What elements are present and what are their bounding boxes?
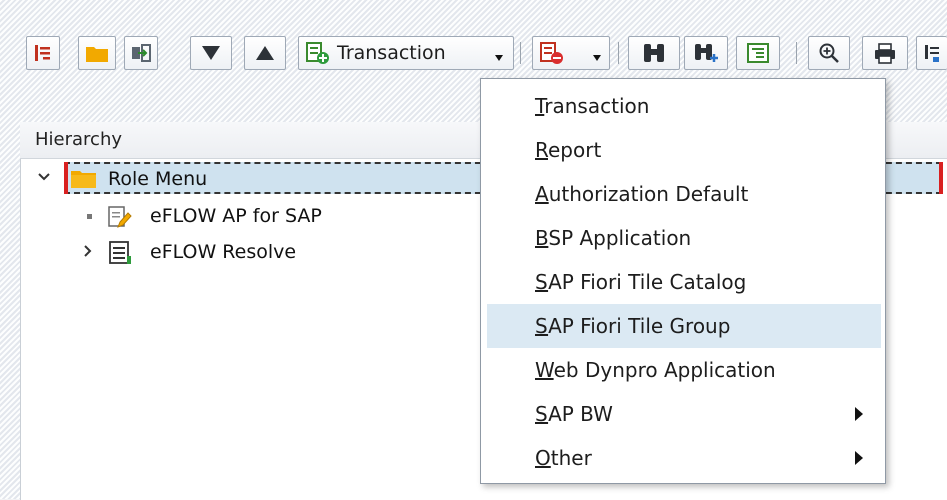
submenu-arrow-icon [855, 407, 863, 421]
move-nodes-button[interactable] [124, 36, 158, 70]
move-down-button[interactable] [190, 36, 232, 70]
menu-item-label: eport [548, 138, 602, 162]
menu-item-label: AP Fiori Tile Catalog [548, 270, 747, 294]
menu-item-mnemonic: W [535, 358, 554, 382]
menu-item-label: AP BW [548, 402, 613, 426]
toolbar-separator [520, 42, 521, 64]
menu-item-label: ransaction [544, 94, 650, 118]
menu-item-mnemonic: A [535, 182, 549, 206]
find-button[interactable] [628, 36, 680, 70]
find-next-button[interactable] [684, 36, 728, 70]
printer-icon [875, 43, 895, 64]
chevron-down-icon [495, 55, 503, 61]
menu-item-label: ther [550, 446, 592, 470]
edit-document-icon [108, 206, 132, 228]
add-transaction-icon [306, 42, 329, 64]
menu-item-mnemonic: B [535, 226, 549, 250]
tree-item-label[interactable]: eFLOW Resolve [150, 241, 296, 263]
menu-item-web-dynpro-application[interactable]: Web Dynpro Application [487, 350, 881, 390]
more-options-button[interactable] [916, 36, 947, 70]
menu-item-mnemonic: O [535, 446, 551, 470]
menu-item-fiori-tile-catalog[interactable]: SAP Fiori Tile Catalog [487, 262, 881, 302]
magnifier-plus-icon [819, 43, 839, 63]
folder-icon [71, 171, 96, 188]
print-button[interactable] [862, 36, 908, 70]
navigate-menu-button[interactable] [26, 36, 60, 70]
expand-subtree-button[interactable] [736, 36, 780, 70]
menu-item-label: AP Fiori Tile Group [548, 314, 731, 338]
menu-item-mnemonic: S [535, 402, 549, 426]
menu-item-label: eb Dynpro Application [553, 358, 776, 382]
menu-item-mnemonic: T [535, 94, 545, 118]
triangle-up-icon [256, 46, 274, 60]
selection-marker-left [64, 162, 68, 194]
binoculars-plus-icon [695, 44, 718, 62]
report-list-icon [109, 241, 131, 264]
transaction-dropdown-arrow[interactable] [488, 36, 510, 70]
transaction-dropdown-label: Transaction [337, 42, 446, 64]
menu-item-other[interactable]: Other [487, 438, 881, 478]
menu-item-mnemonic: R [535, 138, 548, 162]
menu-navigate-icon [35, 45, 50, 61]
chevron-down-icon [593, 55, 601, 61]
chevron-right-icon[interactable] [82, 244, 94, 258]
delete-nodes-icon [540, 42, 563, 64]
layout-icon [925, 45, 939, 62]
chevron-down-icon[interactable] [37, 171, 51, 183]
folder-icon [86, 47, 108, 62]
menu-item-fiori-tile-group[interactable]: SAP Fiori Tile Group [487, 304, 881, 348]
tree-root-label[interactable]: Role Menu [108, 168, 207, 190]
menu-item-mnemonic: S [535, 314, 549, 338]
submenu-arrow-icon [855, 451, 863, 465]
menu-item-transaction[interactable]: Transaction [487, 86, 881, 126]
menu-item-report[interactable]: Report [487, 130, 881, 170]
delete-dropdown-arrow[interactable] [586, 36, 608, 70]
menu-item-mnemonic: S [535, 270, 549, 294]
binoculars-icon [644, 44, 664, 62]
expand-tree-icon [747, 43, 769, 63]
tree-leaf-bullet [87, 214, 92, 219]
insert-node-menu: Transaction Report Authorization Default… [480, 78, 886, 484]
hierarchy-header-label: Hierarchy [35, 129, 123, 150]
insert-transaction-dropdown[interactable]: Transaction [298, 36, 514, 70]
move-up-button[interactable] [244, 36, 286, 70]
menu-item-label: SP Application [548, 226, 692, 250]
menu-item-authorization-default[interactable]: Authorization Default [487, 174, 881, 214]
move-nodes-icon [132, 44, 151, 62]
zoom-button[interactable] [808, 36, 850, 70]
tree-item-label[interactable]: eFLOW AP for SAP [150, 205, 322, 227]
triangle-down-icon [202, 46, 220, 60]
toolbar-separator [796, 42, 797, 64]
create-folder-button[interactable] [78, 36, 116, 70]
toolbar-separator [618, 42, 619, 64]
menu-item-sap-bw[interactable]: SAP BW [487, 394, 881, 434]
selection-marker-right [939, 162, 943, 194]
menu-item-bsp-application[interactable]: BSP Application [487, 218, 881, 258]
menu-item-label: uthorization Default [548, 182, 749, 206]
